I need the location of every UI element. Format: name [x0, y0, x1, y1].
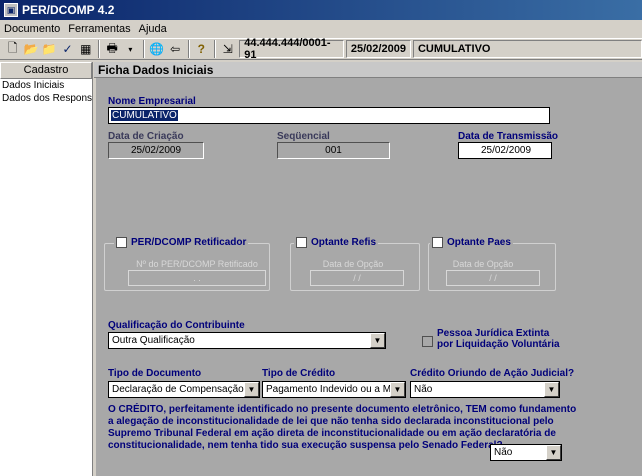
toolbar-separator [143, 40, 146, 58]
chevron-down-icon[interactable]: ▼ [370, 333, 385, 348]
refis-checkbox[interactable] [296, 237, 307, 248]
paes-field: / / [446, 270, 540, 286]
retificador-label: PER/DCOMP Retificador [131, 237, 247, 248]
toolbar-separator [213, 40, 216, 58]
chevron-down-icon[interactable]: ▼ [546, 445, 561, 460]
refis-label: Optante Refis [311, 237, 377, 248]
cnpj-display: 44.444.444/0001-91 [239, 37, 344, 61]
sidebar-header: Cadastro [0, 62, 92, 79]
chevron-down-icon[interactable]: ▼ [544, 382, 559, 397]
calculator-icon[interactable]: ▦ [77, 40, 94, 58]
print-dropdown-icon[interactable]: ▾ [122, 40, 139, 58]
menu-bar: Documento Ferramentas Ajuda [0, 20, 642, 38]
data-transmissao-field[interactable]: 25/02/2009 [458, 142, 552, 159]
refis-field: / / [310, 270, 404, 286]
sequencial-field: 001 [277, 142, 390, 159]
menu-ajuda[interactable]: Ajuda [139, 23, 167, 35]
window-title: PER/DCOMP 4.2 [22, 3, 115, 17]
tipo-documento-label: Tipo de Documento [108, 368, 202, 379]
tipo-credito-label: Tipo de Crédito [262, 368, 336, 379]
data-criacao-label: Data de Criação [108, 131, 184, 142]
chevron-down-icon[interactable]: ▼ [244, 382, 259, 397]
status-display: CUMULATIVO [412, 40, 642, 58]
menu-documento[interactable]: Documento [4, 23, 60, 35]
refis-sublabel: Data de Opção [322, 259, 384, 269]
print-icon[interactable]: 🖶 [103, 40, 120, 58]
new-document-icon[interactable]: 🗋 [4, 40, 21, 58]
data-criacao-field: 25/02/2009 [108, 142, 204, 159]
toolbar-separator [98, 40, 101, 58]
exit-icon[interactable]: ⇲ [219, 40, 236, 58]
tipo-documento-select[interactable]: Declaração de Compensação ▼ [108, 381, 260, 398]
sidebar-item-dados-responsavel[interactable]: Dados dos Responsáv [0, 92, 92, 105]
extinta-checkbox[interactable] [422, 336, 433, 347]
paes-sublabel: Data de Opção [452, 259, 514, 269]
retificador-sublabel: Nº do PER/DCOMP Retificado [136, 259, 258, 269]
retificador-checkbox[interactable] [116, 237, 127, 248]
nome-empresarial-field[interactable]: CUMULATIVO [108, 107, 550, 124]
qualificacao-label: Qualificação do Contribuinte [108, 320, 245, 331]
save-folder-icon[interactable]: 📁 [41, 40, 58, 58]
nome-empresarial-value: CUMULATIVO [111, 110, 178, 121]
chevron-down-icon[interactable]: ▼ [390, 382, 405, 397]
refis-title: Optante Refis [294, 237, 379, 248]
qualificacao-select[interactable]: Outra Qualificação ▼ [108, 332, 386, 349]
tipo-credito-value: Pagamento Indevido ou a Maior [266, 384, 406, 395]
globe-icon[interactable]: 🌐 [148, 40, 165, 58]
open-folder-icon[interactable]: 📂 [22, 40, 39, 58]
nome-empresarial-label: Nome Empresarial [108, 96, 196, 107]
import-icon[interactable]: ⇦ [166, 40, 183, 58]
extinta-option: Pessoa Jurídica Extinta por Liquidação V… [422, 328, 567, 350]
credito-judicial-value: Não [414, 384, 433, 395]
sidebar-item-dados-iniciais[interactable]: Dados Iniciais [0, 79, 92, 92]
credito-judicial-select[interactable]: Não ▼ [410, 381, 560, 398]
panel-border [94, 78, 96, 476]
menu-ferramentas[interactable]: Ferramentas [68, 23, 130, 35]
date-display: 25/02/2009 [345, 40, 411, 58]
data-transmissao-label: Data de Transmissão [458, 131, 559, 142]
toolbar-separator [187, 40, 190, 58]
credito-resposta-select[interactable]: Não ▼ [490, 444, 562, 461]
qualificacao-value: Outra Qualificação [112, 335, 195, 346]
toolbar: 🗋 📂 📁 ✓ ▦ 🖶 ▾ 🌐 ⇦ ? ⇲ 44.444.444/0001-91… [0, 37, 642, 61]
paes-label: Optante Paes [447, 237, 511, 248]
extinta-label: Pessoa Jurídica Extinta por Liquidação V… [437, 328, 560, 350]
tipo-documento-value: Declaração de Compensação [112, 384, 244, 395]
retificador-title: PER/DCOMP Retificador [114, 237, 249, 248]
form-panel: Ficha Dados Iniciais Nome Empresarial CU… [94, 62, 642, 476]
verify-check-icon[interactable]: ✓ [59, 40, 76, 58]
sequencial-label: Seqüencial [277, 131, 330, 142]
help-icon[interactable]: ? [193, 40, 210, 58]
credito-resposta-value: Não [494, 447, 513, 458]
title-bar: ▣ PER/DCOMP 4.2 [0, 0, 642, 20]
app-icon: ▣ [4, 3, 18, 17]
paes-checkbox[interactable] [432, 237, 443, 248]
tipo-credito-select[interactable]: Pagamento Indevido ou a Maior ▼ [262, 381, 406, 398]
form-title: Ficha Dados Iniciais [94, 62, 642, 78]
sidebar: Cadastro Dados Iniciais Dados dos Respon… [0, 62, 93, 476]
retificador-field: . . [128, 270, 266, 286]
credito-judicial-label: Crédito Oriundo de Ação Judicial? [410, 368, 575, 379]
paes-title: Optante Paes [430, 237, 513, 248]
